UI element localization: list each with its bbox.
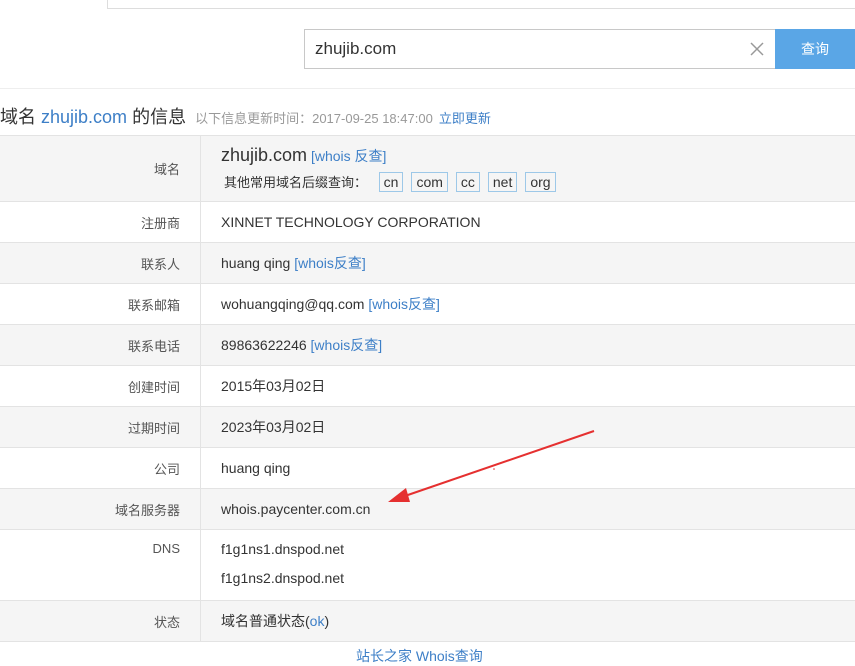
registrar-value: XINNET TECHNOLOGY CORPORATION <box>201 202 855 243</box>
row-email: 联系邮箱 wohuangqing@qq.com [whois反查] <box>0 284 855 325</box>
tab-bar <box>0 0 855 9</box>
page-title: 域名 zhujib.com 的信息 以下信息更新时间：2017-09-25 18… <box>0 103 491 129</box>
status-code-link[interactable]: ok <box>310 613 325 629</box>
tab-active[interactable] <box>0 0 108 9</box>
row-domain: 域名 zhujib.com [whois 反查] 其他常用域名后缀查询： cnc… <box>0 136 855 202</box>
search-box <box>304 29 776 69</box>
search-input[interactable] <box>305 30 745 68</box>
whois-reverse-link[interactable]: [whois反查] <box>311 337 383 353</box>
created-value: 2015年03月02日 <box>201 366 855 407</box>
suffix-query: 其他常用域名后缀查询： cncomccnetorg <box>221 172 855 192</box>
divider <box>0 88 855 89</box>
footer-link[interactable]: 站长之家 Whois查询 <box>356 646 483 666</box>
suffix-com[interactable]: com <box>411 172 447 192</box>
row-expires: 过期时间 2023年03月02日 <box>0 407 855 448</box>
search-button[interactable]: 查询 <box>775 29 855 69</box>
title-prefix: 域名 <box>0 107 36 127</box>
suffix-cc[interactable]: cc <box>456 172 480 192</box>
row-status: 状态 域名普通状态(ok) <box>0 601 855 642</box>
row-dns: DNS f1g1ns1.dnspod.net f1g1ns2.dnspod.ne… <box>0 530 855 601</box>
update-time: 以下信息更新时间：2017-09-25 18:47:00 <box>195 111 433 126</box>
tab-divider <box>107 8 855 9</box>
title-domain: zhujib.com <box>41 107 127 127</box>
row-created: 创建时间 2015年03月02日 <box>0 366 855 407</box>
suffix-net[interactable]: net <box>488 172 517 192</box>
suffix-prompt: 其他常用域名后缀查询： <box>224 175 367 190</box>
whois-reverse-link[interactable]: [whois反查] <box>294 255 366 271</box>
title-suffix: 的信息 <box>132 107 186 127</box>
row-company: 公司 huang qing <box>0 448 855 489</box>
dns-server: f1g1ns1.dnspod.net <box>221 541 855 557</box>
whois-reverse-link[interactable]: [whois反查] <box>368 296 440 312</box>
row-contact: 联系人 huang qing [whois反查] <box>0 243 855 284</box>
status-text-end: ) <box>324 613 329 629</box>
whois-server-value: whois.paycenter.com.cn <box>201 489 855 530</box>
dns-server: f1g1ns2.dnspod.net <box>221 570 855 586</box>
row-label: 联系电话 <box>0 325 201 366</box>
suffix-cn[interactable]: cn <box>379 172 404 192</box>
row-label: 创建时间 <box>0 366 201 407</box>
row-label: 域名服务器 <box>0 489 201 530</box>
email-value: wohuangqing@qq.com <box>221 296 364 312</box>
whois-table: 域名 zhujib.com [whois 反查] 其他常用域名后缀查询： cnc… <box>0 135 855 642</box>
phone-value: 89863622246 <box>221 337 307 353</box>
row-registrar: 注册商 XINNET TECHNOLOGY CORPORATION <box>0 202 855 243</box>
row-label: 域名 <box>0 136 201 202</box>
status-text: 域名普通状态( <box>221 613 310 629</box>
clear-icon[interactable] <box>748 40 766 58</box>
refresh-link[interactable]: 立即更新 <box>439 111 491 126</box>
row-phone: 联系电话 89863622246 [whois反查] <box>0 325 855 366</box>
row-label: 联系人 <box>0 243 201 284</box>
company-value: huang qing <box>201 448 855 489</box>
search-bar: 查询 <box>304 29 855 69</box>
row-label: 状态 <box>0 601 201 642</box>
row-label: 过期时间 <box>0 407 201 448</box>
row-label: DNS <box>0 530 201 601</box>
whois-reverse-link[interactable]: [whois 反查] <box>311 148 386 164</box>
domain-value: zhujib.com <box>221 145 307 165</box>
expires-value: 2023年03月02日 <box>201 407 855 448</box>
row-whois-server: 域名服务器 whois.paycenter.com.cn <box>0 489 855 530</box>
contact-value: huang qing <box>221 255 290 271</box>
row-label: 公司 <box>0 448 201 489</box>
suffix-org[interactable]: org <box>525 172 555 192</box>
row-label: 联系邮箱 <box>0 284 201 325</box>
row-label: 注册商 <box>0 202 201 243</box>
